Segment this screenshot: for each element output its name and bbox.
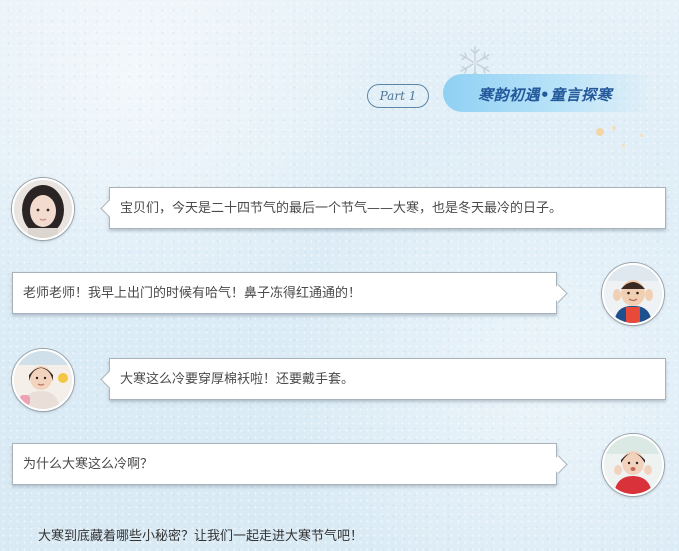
decor-dot [622, 144, 625, 147]
section-title: 寒韵初遇•童言探寒 [478, 86, 613, 104]
child-avatar-1 [602, 263, 664, 325]
footer-text: 大寒到底藏着哪些小秘密？让我们一起走进大寒节气吧！ [38, 529, 364, 544]
decor-dot [612, 126, 616, 130]
child-avatar-3 [602, 434, 664, 496]
part-label: Part 1 [367, 84, 429, 108]
child-avatar-2 [12, 349, 74, 411]
decor-dot [640, 134, 643, 137]
message-text: 大寒这么冷要穿厚棉袄啦！还要戴手套。 [120, 372, 355, 387]
message-text: 宝贝们，今天是二十四节气的最后一个节气——大寒，也是冬天最冷的日子。 [120, 201, 563, 216]
chat-bubble: 宝贝们，今天是二十四节气的最后一个节气——大寒，也是冬天最冷的日子。 [109, 187, 666, 229]
chat-bubble: 大寒这么冷要穿厚棉袄啦！还要戴手套。 [109, 358, 666, 400]
message-text: 老师老师！我早上出门的时候有哈气！鼻子冻得红通通的！ [23, 286, 362, 301]
teacher-avatar [12, 178, 74, 240]
message-text: 为什么大寒这么冷啊？ [23, 457, 154, 472]
chat-bubble: 老师老师！我早上出门的时候有哈气！鼻子冻得红通通的！ [12, 272, 557, 314]
chat-bubble: 为什么大寒这么冷啊？ [12, 443, 557, 485]
decor-dot [596, 128, 604, 136]
